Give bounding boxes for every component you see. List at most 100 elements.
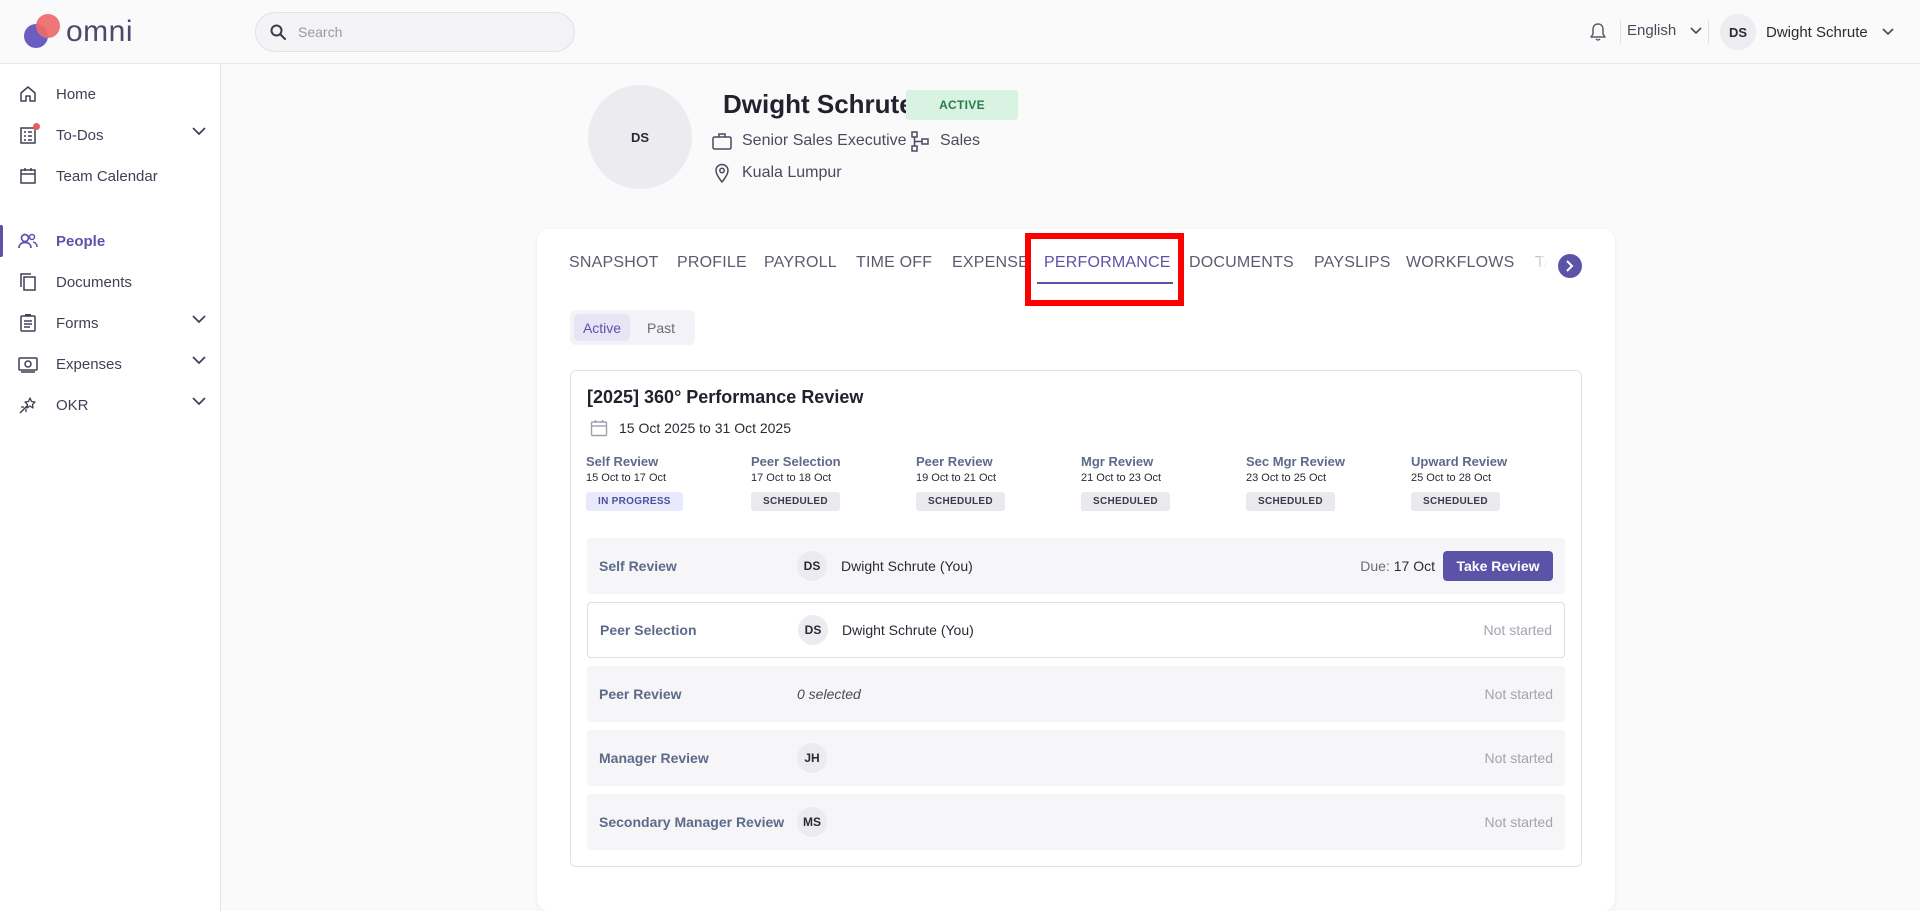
- review-row-peer-review: Peer Review 0 selected Not started: [587, 666, 1565, 722]
- stage-status-badge: SCHEDULED: [916, 492, 1005, 511]
- sidebar-item-team-calendar[interactable]: Team Calendar: [0, 156, 220, 196]
- row-status: Not started: [1484, 814, 1553, 830]
- tab-time-off[interactable]: TIME OFF: [856, 254, 932, 272]
- search-input[interactable]: [298, 24, 548, 40]
- sidebar-item-label: Expenses: [56, 355, 122, 373]
- sidebar-item-label: Documents: [56, 273, 132, 291]
- sidebar-item-label: People: [56, 232, 106, 250]
- review-row-manager-review: Manager Review JH Not started: [587, 730, 1565, 786]
- chevron-down-icon: [192, 356, 206, 365]
- sidebar-item-todos[interactable]: To-Dos: [0, 115, 220, 155]
- notification-bell-icon[interactable]: [1587, 21, 1609, 43]
- search-box[interactable]: [255, 12, 575, 52]
- stage-peer-selection: Peer Selection 17 Oct to 18 Oct SCHEDULE…: [751, 454, 841, 511]
- chevron-right-icon: [1566, 260, 1574, 272]
- sidebar-item-forms[interactable]: Forms: [0, 303, 220, 343]
- row-status: Not started: [1483, 622, 1552, 638]
- tab-expense[interactable]: EXPENSE: [952, 254, 1029, 272]
- stage-name: Upward Review: [1411, 454, 1508, 469]
- toggle-active-button[interactable]: Active: [574, 314, 630, 341]
- row-status: Not started: [1484, 750, 1553, 766]
- avatar: MS: [797, 807, 827, 837]
- briefcase-icon: [711, 130, 733, 152]
- row-label: Peer Selection: [600, 622, 697, 638]
- logo-mark-icon: [24, 14, 62, 50]
- due-date: Due: 17 Oct: [1360, 558, 1435, 574]
- highlight-box: [1025, 233, 1184, 306]
- org-chart-icon: [909, 130, 931, 152]
- chevron-down-icon: [192, 315, 206, 324]
- tab-snapshot[interactable]: SNAPSHOT: [569, 254, 659, 272]
- divider: [1620, 20, 1621, 44]
- tab-documents[interactable]: DOCUMENTS: [1189, 254, 1294, 272]
- people-icon: [17, 230, 39, 252]
- sidebar-item-expenses[interactable]: Expenses: [0, 344, 220, 384]
- chevron-down-icon: [1690, 26, 1702, 34]
- calendar-icon: [590, 420, 608, 437]
- tab-scroll-fade: [1520, 244, 1560, 284]
- stage-self-review: Self Review 15 Oct to 17 Oct IN PROGRESS: [586, 454, 683, 511]
- sidebar-item-home[interactable]: Home: [0, 74, 220, 114]
- stage-sec-mgr-review: Sec Mgr Review 23 Oct to 25 Oct SCHEDULE…: [1246, 454, 1345, 511]
- stage-name: Self Review: [586, 454, 659, 469]
- department-text: Sales: [940, 132, 981, 149]
- status-badge: ACTIVE: [906, 90, 1018, 120]
- avatar: DS: [797, 551, 827, 581]
- sidebar-item-documents[interactable]: Documents: [0, 262, 220, 302]
- review-row-secondary-manager-review: Secondary Manager Review MS Not started: [587, 794, 1565, 850]
- okr-icon: [17, 394, 39, 416]
- omni-logo[interactable]: omni: [24, 14, 133, 50]
- reviewer-name: Dwight Schrute (You): [841, 558, 973, 574]
- stage-status-badge: SCHEDULED: [1081, 492, 1170, 511]
- search-icon: [270, 24, 286, 40]
- profile-name: Dwight Schrute: [723, 89, 914, 119]
- user-name: Dwight Schrute: [1766, 23, 1868, 41]
- stage-status-badge: SCHEDULED: [751, 492, 840, 511]
- user-menu[interactable]: DS Dwight Schrute: [1720, 14, 1894, 50]
- language-selector[interactable]: English: [1627, 22, 1702, 39]
- tab-profile[interactable]: PROFILE: [677, 254, 747, 272]
- logo-text: omni: [66, 15, 134, 48]
- stage-peer-review: Peer Review 19 Oct to 21 Oct SCHEDULED: [916, 454, 1005, 511]
- location-pin-icon: [711, 162, 733, 184]
- stage-name: Mgr Review: [1081, 454, 1154, 469]
- stage-name: Peer Selection: [751, 454, 841, 469]
- review-row-peer-selection[interactable]: Peer Selection DS Dwight Schrute (You) N…: [587, 602, 1565, 658]
- job-title-text: Senior Sales Executive: [742, 132, 907, 149]
- tab-payroll[interactable]: PAYROLL: [764, 254, 837, 272]
- stage-upward-review: Upward Review 25 Oct to 28 Oct SCHEDULED: [1411, 454, 1507, 511]
- review-dates: 15 Oct 2025 to 31 Oct 2025: [589, 418, 791, 438]
- sidebar-item-label: OKR: [56, 396, 89, 414]
- chevron-down-icon: [192, 397, 206, 406]
- top-bar: omni English DS Dwight Schrute: [0, 0, 1920, 64]
- sidebar: Home To-Dos Team Calendar People Documen…: [0, 64, 221, 911]
- row-status: Not started: [1484, 686, 1553, 702]
- tabs-next-button[interactable]: [1558, 254, 1582, 278]
- stage-range: 17 Oct to 18 Oct: [751, 472, 832, 484]
- avatar: JH: [797, 743, 827, 773]
- calendar-icon: [17, 165, 39, 187]
- row-label: Self Review: [599, 558, 677, 574]
- stage-range: 23 Oct to 25 Oct: [1246, 472, 1327, 484]
- chevron-down-icon: [192, 127, 206, 136]
- sidebar-item-okr[interactable]: OKR: [0, 385, 220, 425]
- notification-dot: [33, 123, 40, 130]
- due-value: 17 Oct: [1393, 558, 1435, 574]
- stage-range: 19 Oct to 21 Oct: [916, 472, 997, 484]
- sidebar-item-people[interactable]: People: [0, 221, 220, 261]
- language-label: English: [1627, 22, 1677, 39]
- take-review-button[interactable]: Take Review: [1443, 551, 1553, 581]
- location-text: Kuala Lumpur: [742, 164, 842, 181]
- review-title: [2025] 360° Performance Review: [587, 387, 864, 407]
- profile-department: Sales: [909, 130, 980, 152]
- form-icon: [17, 312, 39, 334]
- tab-workflows[interactable]: WORKFLOWS: [1406, 254, 1514, 272]
- sidebar-item-label: To-Dos: [56, 126, 104, 144]
- row-label: Secondary Manager Review: [599, 814, 785, 830]
- stage-status-badge: SCHEDULED: [1411, 492, 1500, 511]
- avatar: DS: [798, 615, 828, 645]
- tab-payslips[interactable]: PAYSLIPS: [1314, 254, 1391, 272]
- toggle-past-button[interactable]: Past: [636, 314, 686, 341]
- stage-range: 21 Oct to 23 Oct: [1081, 472, 1162, 484]
- profile-avatar: DS: [588, 85, 692, 189]
